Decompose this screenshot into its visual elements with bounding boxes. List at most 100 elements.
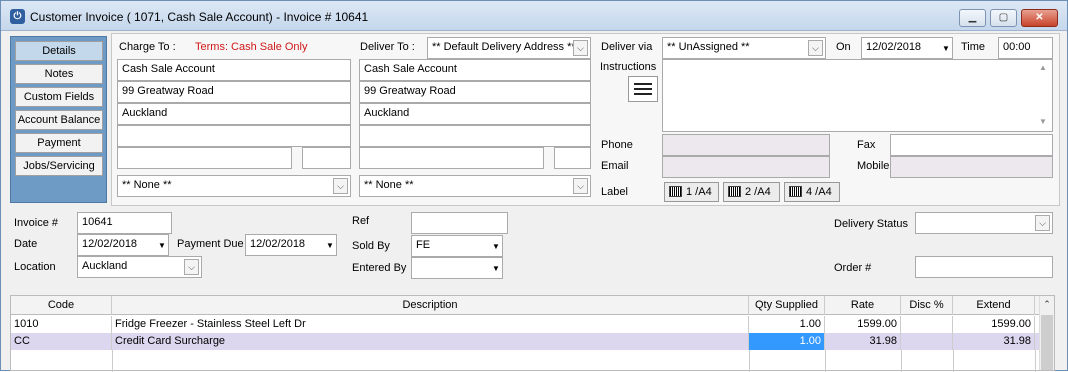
invoice-number-label: Invoice # bbox=[14, 217, 59, 229]
cell-disc[interactable] bbox=[901, 316, 953, 333]
chevron-down-icon[interactable]: ⌵ bbox=[1035, 215, 1050, 231]
entered-by-label: Entered By bbox=[352, 262, 407, 274]
deliver-to-select[interactable]: ** None ** ⌵ bbox=[359, 175, 591, 197]
cell-qty[interactable]: 1.00 bbox=[749, 316, 825, 333]
mobile-field[interactable] bbox=[890, 156, 1053, 178]
barcode-icon bbox=[669, 186, 682, 197]
charge-to-line-5[interactable] bbox=[117, 147, 292, 169]
deliver-to-postcode[interactable] bbox=[554, 147, 591, 169]
cell-code[interactable]: 1010 bbox=[11, 316, 112, 333]
delivery-time-field[interactable]: 00:00 bbox=[998, 37, 1053, 59]
payment-due-value: 12/02/2018 bbox=[250, 238, 306, 250]
column-header-description[interactable]: Description bbox=[112, 296, 749, 315]
deliver-to-line-5[interactable] bbox=[359, 147, 544, 169]
chevron-down-icon[interactable]: ⌵ bbox=[184, 259, 199, 275]
barcode-icon bbox=[728, 186, 741, 197]
maximize-button[interactable]: ▢ bbox=[990, 9, 1017, 27]
sidebar-item-details[interactable]: Details bbox=[15, 41, 103, 61]
delivery-address-select[interactable]: ** Default Delivery Address ** ⌵ bbox=[427, 37, 591, 59]
time-label: Time bbox=[961, 41, 986, 53]
email-field[interactable] bbox=[662, 156, 830, 178]
entered-by-field[interactable]: ▼ bbox=[411, 257, 503, 279]
charge-to-line-2[interactable]: 99 Greatway Road bbox=[117, 81, 351, 103]
cell-description[interactable]: Fridge Freezer - Stainless Steel Left Dr bbox=[112, 316, 749, 333]
table-row[interactable]: 1010 Fridge Freezer - Stainless Steel Le… bbox=[11, 316, 1040, 333]
power-icon[interactable]: ⏻ bbox=[10, 9, 25, 24]
minimize-button[interactable]: ▁ bbox=[959, 9, 986, 27]
sidebar-item-notes[interactable]: Notes bbox=[15, 64, 103, 84]
delivery-status-select[interactable]: ⌵ bbox=[915, 212, 1053, 234]
charge-to-line-1[interactable]: Cash Sale Account bbox=[117, 59, 351, 81]
delivery-date-field[interactable]: 12/02/2018 ▼ bbox=[861, 37, 953, 59]
close-button[interactable]: ✕ bbox=[1021, 9, 1058, 27]
location-value: Auckland bbox=[82, 260, 128, 272]
deliver-to-line-2[interactable]: 99 Greatway Road bbox=[359, 81, 591, 103]
dropdown-arrow-icon[interactable]: ▼ bbox=[491, 238, 501, 255]
instructions-field[interactable] bbox=[662, 59, 1053, 132]
invoice-date-field[interactable]: 12/02/2018 ▼ bbox=[77, 234, 169, 256]
location-select[interactable]: Auckland ⌵ bbox=[77, 256, 202, 278]
table-row-selected[interactable]: CC Credit Card Surcharge 1.00 31.98 31.9… bbox=[11, 333, 1040, 350]
table-scrollbar[interactable]: ⌃ bbox=[1039, 296, 1054, 370]
payment-due-label: Payment Due bbox=[177, 238, 244, 250]
deliver-via-select[interactable]: ** UnAssigned ** ⌵ bbox=[662, 37, 826, 59]
chevron-down-icon[interactable]: ⌵ bbox=[573, 40, 588, 56]
deliver-to-line-3[interactable]: Auckland bbox=[359, 103, 591, 125]
column-header-disc[interactable]: Disc % bbox=[901, 296, 953, 315]
cell-extend[interactable]: 31.98 bbox=[953, 333, 1035, 350]
invoice-number-field[interactable]: 10641 bbox=[77, 212, 172, 234]
dropdown-arrow-icon[interactable]: ▼ bbox=[325, 237, 335, 254]
sold-by-field[interactable]: FE ▼ bbox=[411, 235, 503, 257]
payment-due-field[interactable]: 12/02/2018 ▼ bbox=[245, 234, 337, 256]
deliver-to-line-4[interactable] bbox=[359, 125, 591, 147]
column-header-qty-supplied[interactable]: Qty Supplied bbox=[749, 296, 825, 315]
sidebar-item-payment[interactable]: Payment bbox=[15, 133, 103, 153]
cell-rate[interactable]: 31.98 bbox=[825, 333, 901, 350]
phone-field[interactable] bbox=[662, 134, 830, 156]
chevron-down-icon[interactable]: ⌵ bbox=[333, 178, 348, 194]
dropdown-arrow-icon[interactable]: ▼ bbox=[491, 260, 501, 277]
print-label-1-text: 1 /A4 bbox=[686, 186, 712, 198]
print-label-2-text: 2 /A4 bbox=[745, 186, 771, 198]
cell-rate[interactable]: 1599.00 bbox=[825, 316, 901, 333]
scroll-up-icon[interactable]: ⌃ bbox=[1040, 299, 1054, 310]
sidebar-item-custom-fields[interactable]: Custom Fields bbox=[15, 87, 103, 107]
cell-extend[interactable]: 1599.00 bbox=[953, 316, 1035, 333]
deliver-via-label: Deliver via bbox=[601, 41, 653, 53]
ref-field[interactable] bbox=[411, 212, 508, 234]
phone-label: Phone bbox=[601, 139, 633, 151]
deliver-to-select-value: ** None ** bbox=[364, 179, 414, 191]
order-number-field[interactable] bbox=[915, 256, 1053, 278]
dropdown-arrow-icon[interactable]: ▼ bbox=[157, 237, 167, 254]
print-label-4-button[interactable]: 4 /A4 bbox=[784, 182, 840, 202]
cell-qty-active[interactable]: 1.00 bbox=[749, 333, 825, 350]
scroll-down-icon[interactable]: ▼ bbox=[1036, 116, 1050, 128]
chevron-down-icon[interactable]: ⌵ bbox=[808, 40, 823, 56]
fax-field[interactable] bbox=[890, 134, 1053, 156]
chevron-down-icon[interactable]: ⌵ bbox=[573, 178, 588, 194]
notepad-icon[interactable] bbox=[628, 76, 658, 102]
print-label-2-button[interactable]: 2 /A4 bbox=[723, 182, 780, 202]
column-header-code[interactable]: Code bbox=[11, 296, 112, 315]
column-divider bbox=[901, 350, 902, 372]
scroll-up-icon[interactable]: ▲ bbox=[1036, 62, 1050, 74]
instructions-scrollbar[interactable]: ▲ ▼ bbox=[1036, 62, 1050, 128]
print-label-1-button[interactable]: 1 /A4 bbox=[664, 182, 719, 202]
scrollbar-thumb[interactable] bbox=[1041, 315, 1053, 370]
cell-disc[interactable] bbox=[901, 333, 953, 350]
column-divider bbox=[1035, 350, 1036, 372]
charge-to-line-3[interactable]: Auckland bbox=[117, 103, 351, 125]
dropdown-arrow-icon[interactable]: ▼ bbox=[941, 40, 951, 57]
column-header-extend[interactable]: Extend bbox=[953, 296, 1035, 315]
charge-to-select[interactable]: ** None ** ⌵ bbox=[117, 175, 351, 197]
charge-to-line-4[interactable] bbox=[117, 125, 351, 147]
charge-to-postcode[interactable] bbox=[302, 147, 351, 169]
deliver-to-line-1[interactable]: Cash Sale Account bbox=[359, 59, 591, 81]
location-label: Location bbox=[14, 261, 56, 273]
sidebar-item-account-balance[interactable]: Account Balance bbox=[15, 110, 103, 130]
column-header-rate[interactable]: Rate bbox=[825, 296, 901, 315]
sidebar-item-jobs-servicing[interactable]: Jobs/Servicing bbox=[15, 156, 103, 176]
cell-code[interactable]: CC bbox=[11, 333, 112, 350]
cell-description[interactable]: Credit Card Surcharge bbox=[112, 333, 749, 350]
invoice-date-value: 12/02/2018 bbox=[82, 238, 138, 250]
